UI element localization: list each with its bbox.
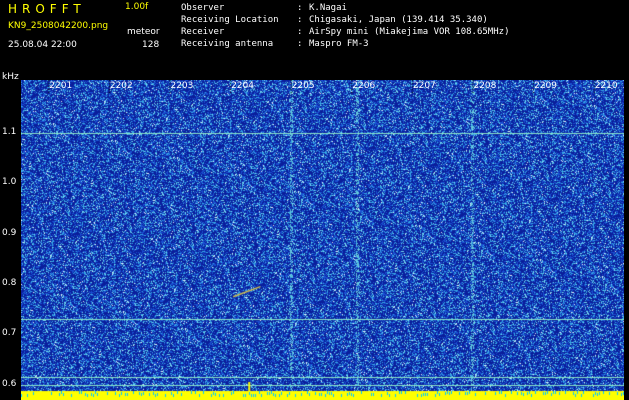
x-tick-label: 2203 — [170, 81, 194, 91]
x-tick-label: 2207 — [412, 81, 436, 91]
location-sep: : — [297, 15, 303, 25]
observer-label: Observer — [181, 3, 225, 13]
x-tick-label: 2208 — [473, 81, 497, 91]
hrofft-window: HROFFT 1.00f KN9_2508042200.png meteor 2… — [0, 0, 629, 400]
receiver-value: AirSpy mini (Miakejima VOR 108.65MHz) — [309, 27, 510, 37]
x-tick-label: 2206 — [352, 81, 376, 91]
observer-sep: : — [297, 3, 303, 13]
observation-mode: meteor — [127, 27, 160, 37]
spectrogram-plot — [21, 80, 624, 400]
observer-value: K.Nagai — [309, 3, 347, 13]
app-name: HROFFT — [8, 2, 86, 16]
y-tick-label: 0.7 — [2, 328, 17, 339]
y-tick-label: 0.6 — [2, 378, 17, 389]
antenna-sep: : — [297, 39, 303, 49]
frame-count: 128 — [142, 40, 160, 50]
y-tick-label: 1.0 — [2, 177, 17, 188]
location-label: Receiving Location — [181, 15, 279, 25]
x-tick-label: 2202 — [109, 81, 133, 91]
y-tick-label: 0.8 — [2, 278, 17, 289]
x-tick-label: 2209 — [534, 81, 557, 91]
x-tick-label: 2205 — [291, 81, 315, 91]
y-tick-label: 1.1 — [2, 126, 17, 137]
antenna-label: Receiving antenna — [181, 39, 274, 49]
receiver-label: Receiver — [181, 27, 225, 37]
antenna-value: Maspro FM-3 — [309, 39, 369, 49]
x-tick-label: 2210 — [594, 81, 618, 91]
x-tick-label: 2201 — [49, 81, 73, 91]
observation-datetime: 25.08.04 22:00 — [8, 40, 77, 50]
receiver-sep: : — [297, 27, 303, 37]
app-version: 1.00f — [125, 2, 149, 12]
waterfall-canvas — [21, 80, 624, 400]
file-name: KN9_2508042200.png — [8, 21, 109, 31]
y-axis-unit: kHz — [2, 72, 19, 82]
y-tick-label: 0.9 — [2, 227, 17, 238]
x-tick-label: 2204 — [231, 81, 254, 91]
location-value: Chigasaki, Japan (139.414 35.340) — [309, 15, 488, 25]
